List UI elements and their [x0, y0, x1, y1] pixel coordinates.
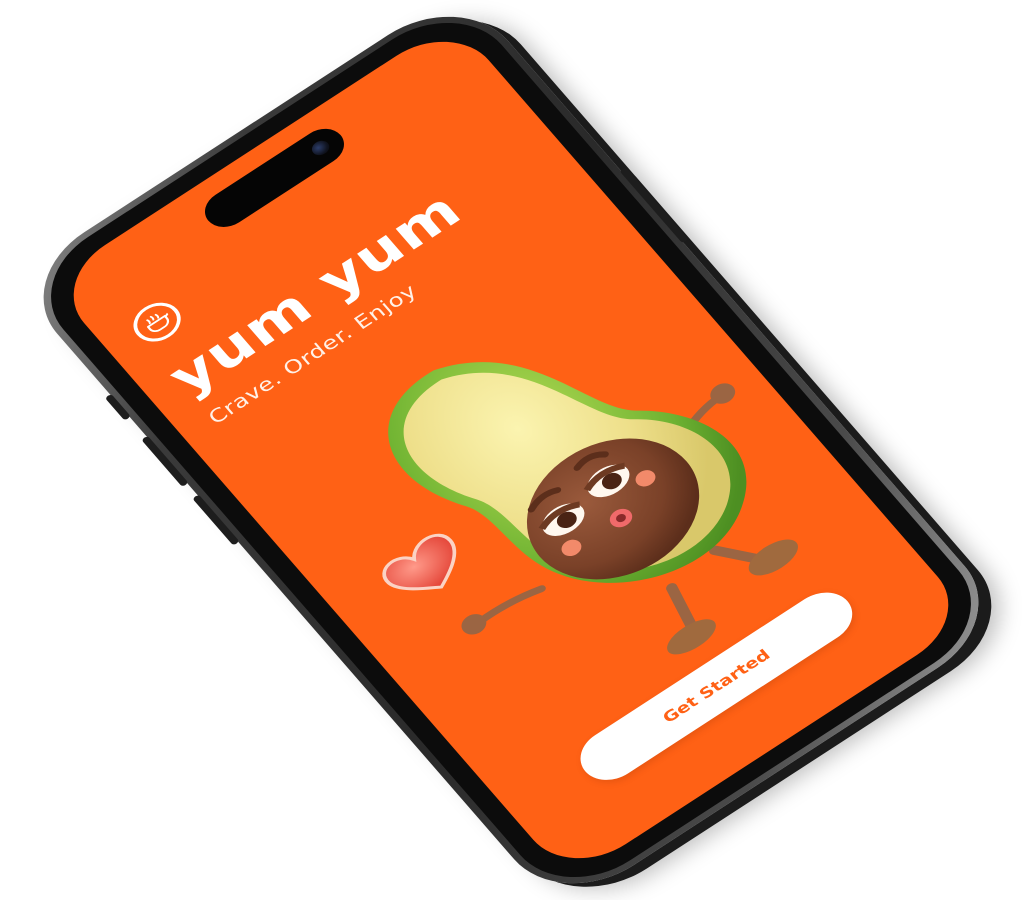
phone-frame: yum yum Crave. Order. Enjoy Get Started [10, 0, 1012, 900]
phone-bezel: yum yum Crave. Order. Enjoy Get Started [20, 0, 1002, 900]
dynamic-island [196, 121, 353, 235]
heart-icon [382, 533, 457, 591]
camera-icon [308, 137, 333, 159]
mockup-stage: yum yum Crave. Order. Enjoy Get Started [0, 0, 1023, 900]
app-screen: yum yum Crave. Order. Enjoy Get Started [48, 19, 974, 881]
cooking-pot-icon [124, 294, 190, 350]
